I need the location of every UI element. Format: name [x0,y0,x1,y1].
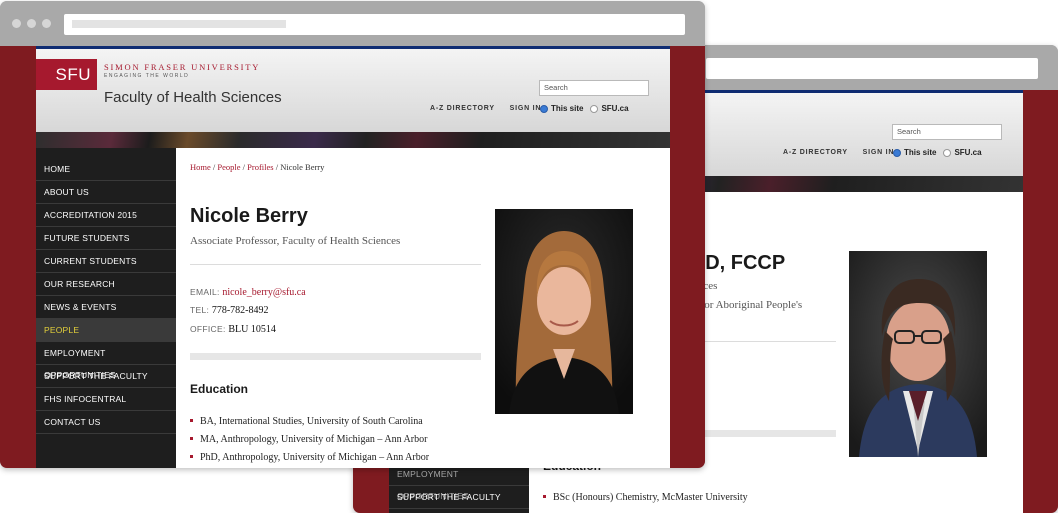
radio-this-site-label: This site [551,104,584,113]
sidebar-item-current-students[interactable]: CURRENT STUDENTS [36,250,176,273]
search-scope: This site SFU.ca [893,148,982,157]
email-link[interactable]: nicole_berry@sfu.ca [222,287,305,298]
sidebar-nav: HOME ABOUT US ACCREDITATION 2015 FUTURE STU… [36,148,176,468]
sidebar-item-news-events[interactable]: NEWS & EVENTS [36,296,176,319]
sidebar-item-employment-opportunities[interactable]: EMPLOYMENT OPPORTUNITIES [36,342,176,380]
browser-chrome [0,1,705,46]
bullet-icon [190,419,193,423]
sidebar-item-empty [389,509,529,513]
university-tagline: ENGAGING THE WORLD [104,73,190,79]
radio-this-site-label: This site [904,148,937,157]
address-bar[interactable] [64,14,685,35]
profile-photo [495,209,633,414]
radio-sfu[interactable] [943,148,952,157]
sidebar-item-support-the-faculty[interactable]: SUPPORT THE FACULTY [36,365,176,388]
radio-sfu[interactable] [590,104,599,113]
education-item: MA, Anthropology, University of Michigan… [190,434,427,445]
breadcrumb-people[interactable]: People [217,162,240,172]
radio-sfu-label: SFU.ca [601,104,629,113]
profile-position: Associate Professor, Faculty of Health S… [190,235,401,247]
faculty-title[interactable]: Faculty of Health Sciences [104,89,282,106]
sidebar-item-our-research[interactable]: OUR RESEARCH [36,273,176,296]
bullet-icon [190,455,193,459]
az-directory-link[interactable]: A-Z DIRECTORY [430,105,495,112]
sidebar-item-accreditation-2015[interactable]: ACCREDITATION 2015 [36,204,176,227]
university-name: SIMON FRASER UNIVERSITY [104,62,261,72]
sidebar-item-home[interactable]: HOME [36,158,176,181]
education-heading: Education [190,382,249,396]
search-input[interactable]: Search [539,80,649,96]
window-controls [12,19,51,28]
main-content: Home / People / Profiles / Nicole Berry … [176,148,670,468]
site-header: SFU SIMON FRASER UNIVERSITY ENGAGING THE… [36,49,670,132]
radio-this-site[interactable] [540,104,548,113]
contact-office: OFFICE: BLU 10514 [190,324,276,335]
address-placeholder [72,20,286,28]
header-links: A-Z DIRECTORY SIGN IN [783,149,906,156]
tel-value: 778-782-8492 [211,305,269,316]
sidebar-item-future-students[interactable]: FUTURE STUDENTS [36,227,176,250]
bullet-icon [543,495,546,499]
site-page: SFU SIMON FRASER UNIVERSITY ENGAGING THE… [36,46,670,468]
profile-photo [849,251,987,457]
header-banner [36,132,670,148]
sign-in-link[interactable]: SIGN IN [863,149,895,156]
address-bar[interactable] [706,58,1038,79]
header-links: A-Z DIRECTORY SIGN IN [430,105,553,112]
browser-window-front: SFU SIMON FRASER UNIVERSITY ENGAGING THE… [0,1,705,468]
radio-sfu-label: SFU.ca [954,148,982,157]
page-viewport: SFU SIMON FRASER UNIVERSITY ENGAGING THE… [0,46,705,468]
education-item: BSc (Honours) Chemistry, McMaster Univer… [543,492,748,503]
office-value: BLU 10514 [228,324,276,335]
breadcrumb-current: Nicole Berry [280,162,325,172]
close-dot-icon[interactable] [12,19,21,28]
breadcrumb: Home / People / Profiles / Nicole Berry [190,162,325,172]
zoom-dot-icon[interactable] [42,19,51,28]
education-item: BA, International Studies, University of… [190,416,423,427]
sidebar-item-people[interactable]: PEOPLE [36,319,176,342]
sidebar-item-about-us[interactable]: ABOUT US [36,181,176,204]
breadcrumb-profiles[interactable]: Profiles [247,162,273,172]
section-divider-bar [190,353,481,360]
sidebar-item-support[interactable]: SUPPORT THE FACULTY [389,486,529,509]
az-directory-link[interactable]: A-Z DIRECTORY [783,149,848,156]
education-item: PhD, Anthropology, University of Michiga… [190,452,429,463]
breadcrumb-home[interactable]: Home [190,162,211,172]
search-scope: This site SFU.ca [540,104,629,113]
radio-this-site[interactable] [893,148,901,157]
sidebar-item-contact-us[interactable]: CONTACT US [36,411,176,434]
profile-role: e for Aboriginal People's [693,299,803,311]
profile-name: nD, FCCP [693,252,786,274]
sidebar-nav: EMPLOYMENT OPPORTUNITIES SUPPORT THE FAC… [389,463,529,513]
search-input[interactable]: Search [892,124,1002,140]
divider [190,264,481,265]
bullet-icon [190,437,193,441]
sfu-logo[interactable]: SFU [36,59,97,90]
contact-email: EMAIL: nicole_berry@sfu.ca [190,287,306,298]
sidebar-item-fhs-infocentral[interactable]: FHS INFOCENTRAL [36,388,176,411]
minimize-dot-icon[interactable] [27,19,36,28]
profile-name: Nicole Berry [190,205,308,227]
sign-in-link[interactable]: SIGN IN [510,105,542,112]
contact-tel: TEL: 778-782-8492 [190,305,269,316]
